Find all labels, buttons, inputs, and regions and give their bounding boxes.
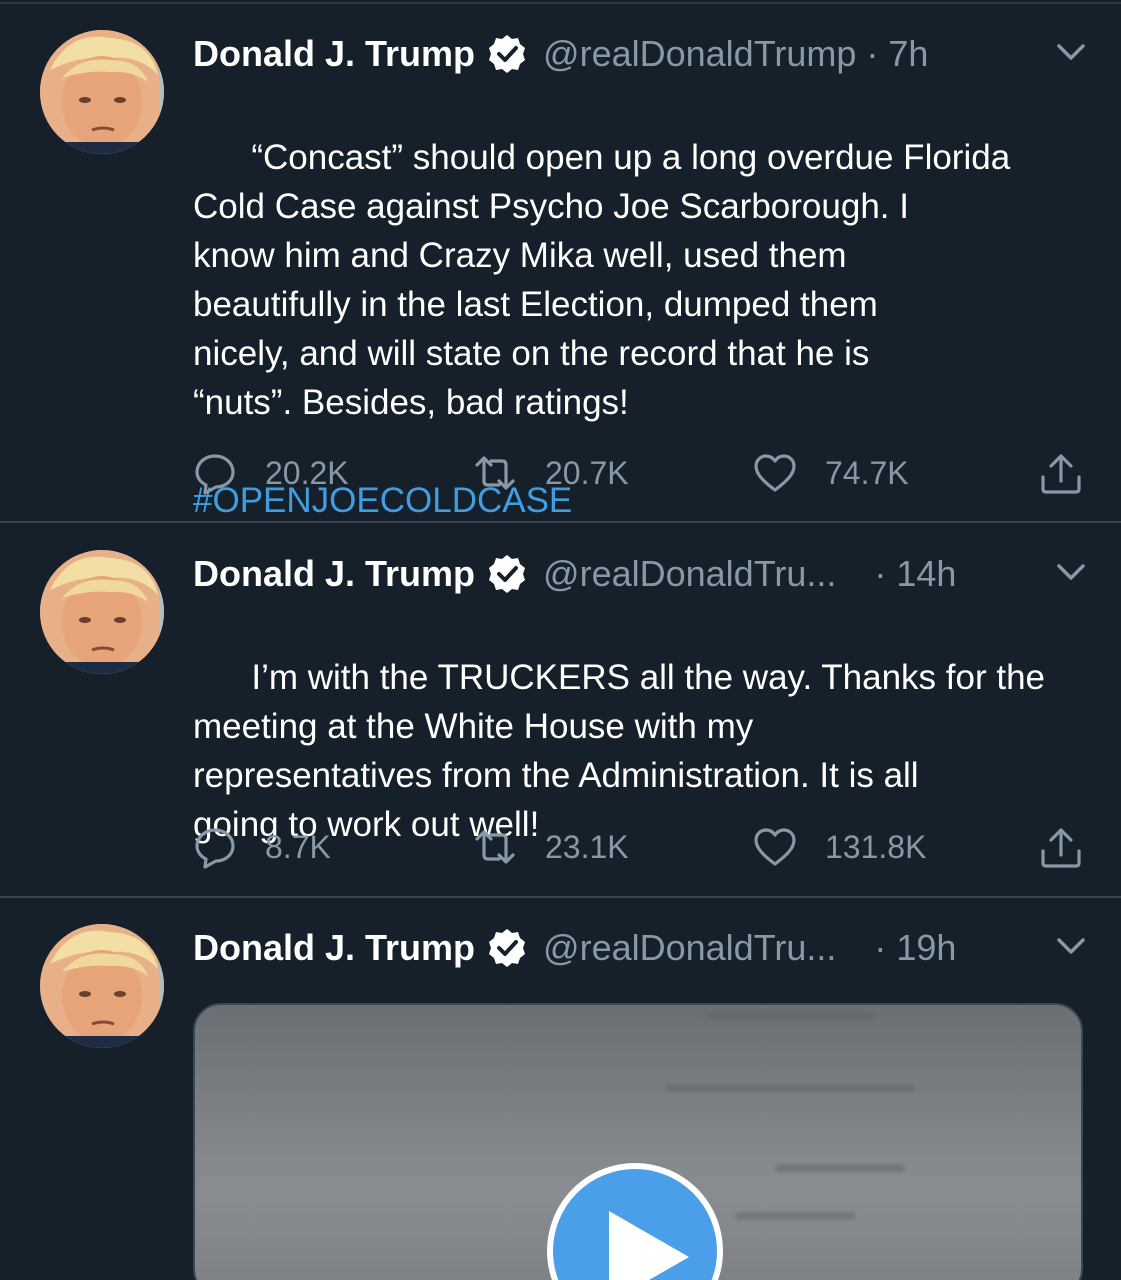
author-name[interactable]: Donald J. Trump — [193, 553, 475, 595]
author-name[interactable]: Donald J. Trump — [193, 927, 475, 969]
like-count: 131.8K — [825, 828, 927, 865]
tweet-timestamp[interactable]: 14h — [896, 553, 956, 595]
blurred-document-line — [735, 1213, 855, 1219]
author-handle[interactable]: @realDonaldTru... — [543, 927, 836, 969]
separator-dot: · — [874, 553, 887, 594]
author-handle[interactable]: @realDonaldTru... — [543, 553, 836, 595]
blurred-document-line — [665, 1085, 915, 1091]
separator-dot: · — [866, 33, 879, 74]
retweet-icon — [475, 830, 515, 864]
share-upload-icon — [1041, 828, 1081, 868]
play-icon — [609, 1211, 689, 1280]
tweet-divider — [0, 521, 1121, 523]
chevron-down-icon[interactable] — [1051, 552, 1091, 592]
retweet-count: 20.7K — [545, 454, 629, 491]
blurred-document-line — [705, 1013, 875, 1019]
tweet-header: Donald J. Trump @realDonaldTru... · 14h — [193, 550, 1093, 598]
share-button[interactable] — [1039, 822, 1083, 872]
like-button[interactable]: 131.8K — [753, 822, 926, 872]
verified-badge-icon — [487, 928, 527, 968]
tweet-body: I’m with the TRUCKERS all the way. Thank… — [193, 658, 1045, 844]
tweet-text: “Concast” should open up a long overdue … — [193, 84, 1083, 623]
blurred-document-line — [775, 1165, 905, 1171]
retweet-button[interactable]: 20.7K — [473, 448, 629, 498]
reply-bubble-icon — [195, 454, 235, 495]
tweet-timestamp[interactable]: 19h — [896, 927, 956, 969]
avatar[interactable] — [40, 30, 164, 154]
retweet-icon — [475, 456, 515, 490]
reply-button[interactable]: 20.2K — [193, 448, 349, 498]
tweet-timestamp[interactable]: 7h — [888, 33, 928, 75]
separator-dot: · — [874, 927, 887, 968]
top-divider — [0, 2, 1121, 4]
retweet-count: 23.1K — [545, 828, 629, 865]
tweet-body: “Concast” should open up a long overdue … — [193, 138, 1011, 422]
reply-count: 8.7K — [265, 828, 331, 865]
timeline-feed: Donald J. Trump @realDonaldTrump · 7h “C… — [0, 0, 1121, 1280]
like-button[interactable]: 74.7K — [753, 448, 909, 498]
verified-badge-icon — [487, 34, 527, 74]
like-count: 74.7K — [825, 454, 909, 491]
avatar[interactable] — [40, 550, 164, 674]
tweet-divider — [0, 896, 1121, 898]
retweet-button[interactable]: 23.1K — [473, 822, 629, 872]
author-handle[interactable]: @realDonaldTrump — [543, 33, 856, 75]
tweet-header: Donald J. Trump @realDonaldTru... · 19h — [193, 924, 1093, 972]
reply-button[interactable]: 8.7K — [193, 822, 331, 872]
tweet-header: Donald J. Trump @realDonaldTrump · 7h — [193, 30, 1093, 78]
author-name[interactable]: Donald J. Trump — [193, 33, 475, 75]
heart-icon — [754, 454, 796, 492]
avatar[interactable] — [40, 924, 164, 1048]
chevron-down-icon[interactable] — [1051, 926, 1091, 966]
tweet-actions: 20.2K 20.7K 74.7K — [193, 448, 1083, 498]
reply-count: 20.2K — [265, 454, 349, 491]
reply-bubble-icon — [195, 828, 235, 869]
heart-icon — [754, 828, 796, 866]
share-button[interactable] — [1039, 448, 1083, 498]
share-upload-icon — [1041, 454, 1081, 494]
tweet-actions: 8.7K 23.1K 131.8K — [193, 822, 1083, 872]
verified-badge-icon — [487, 554, 527, 594]
chevron-down-icon[interactable] — [1051, 32, 1091, 72]
